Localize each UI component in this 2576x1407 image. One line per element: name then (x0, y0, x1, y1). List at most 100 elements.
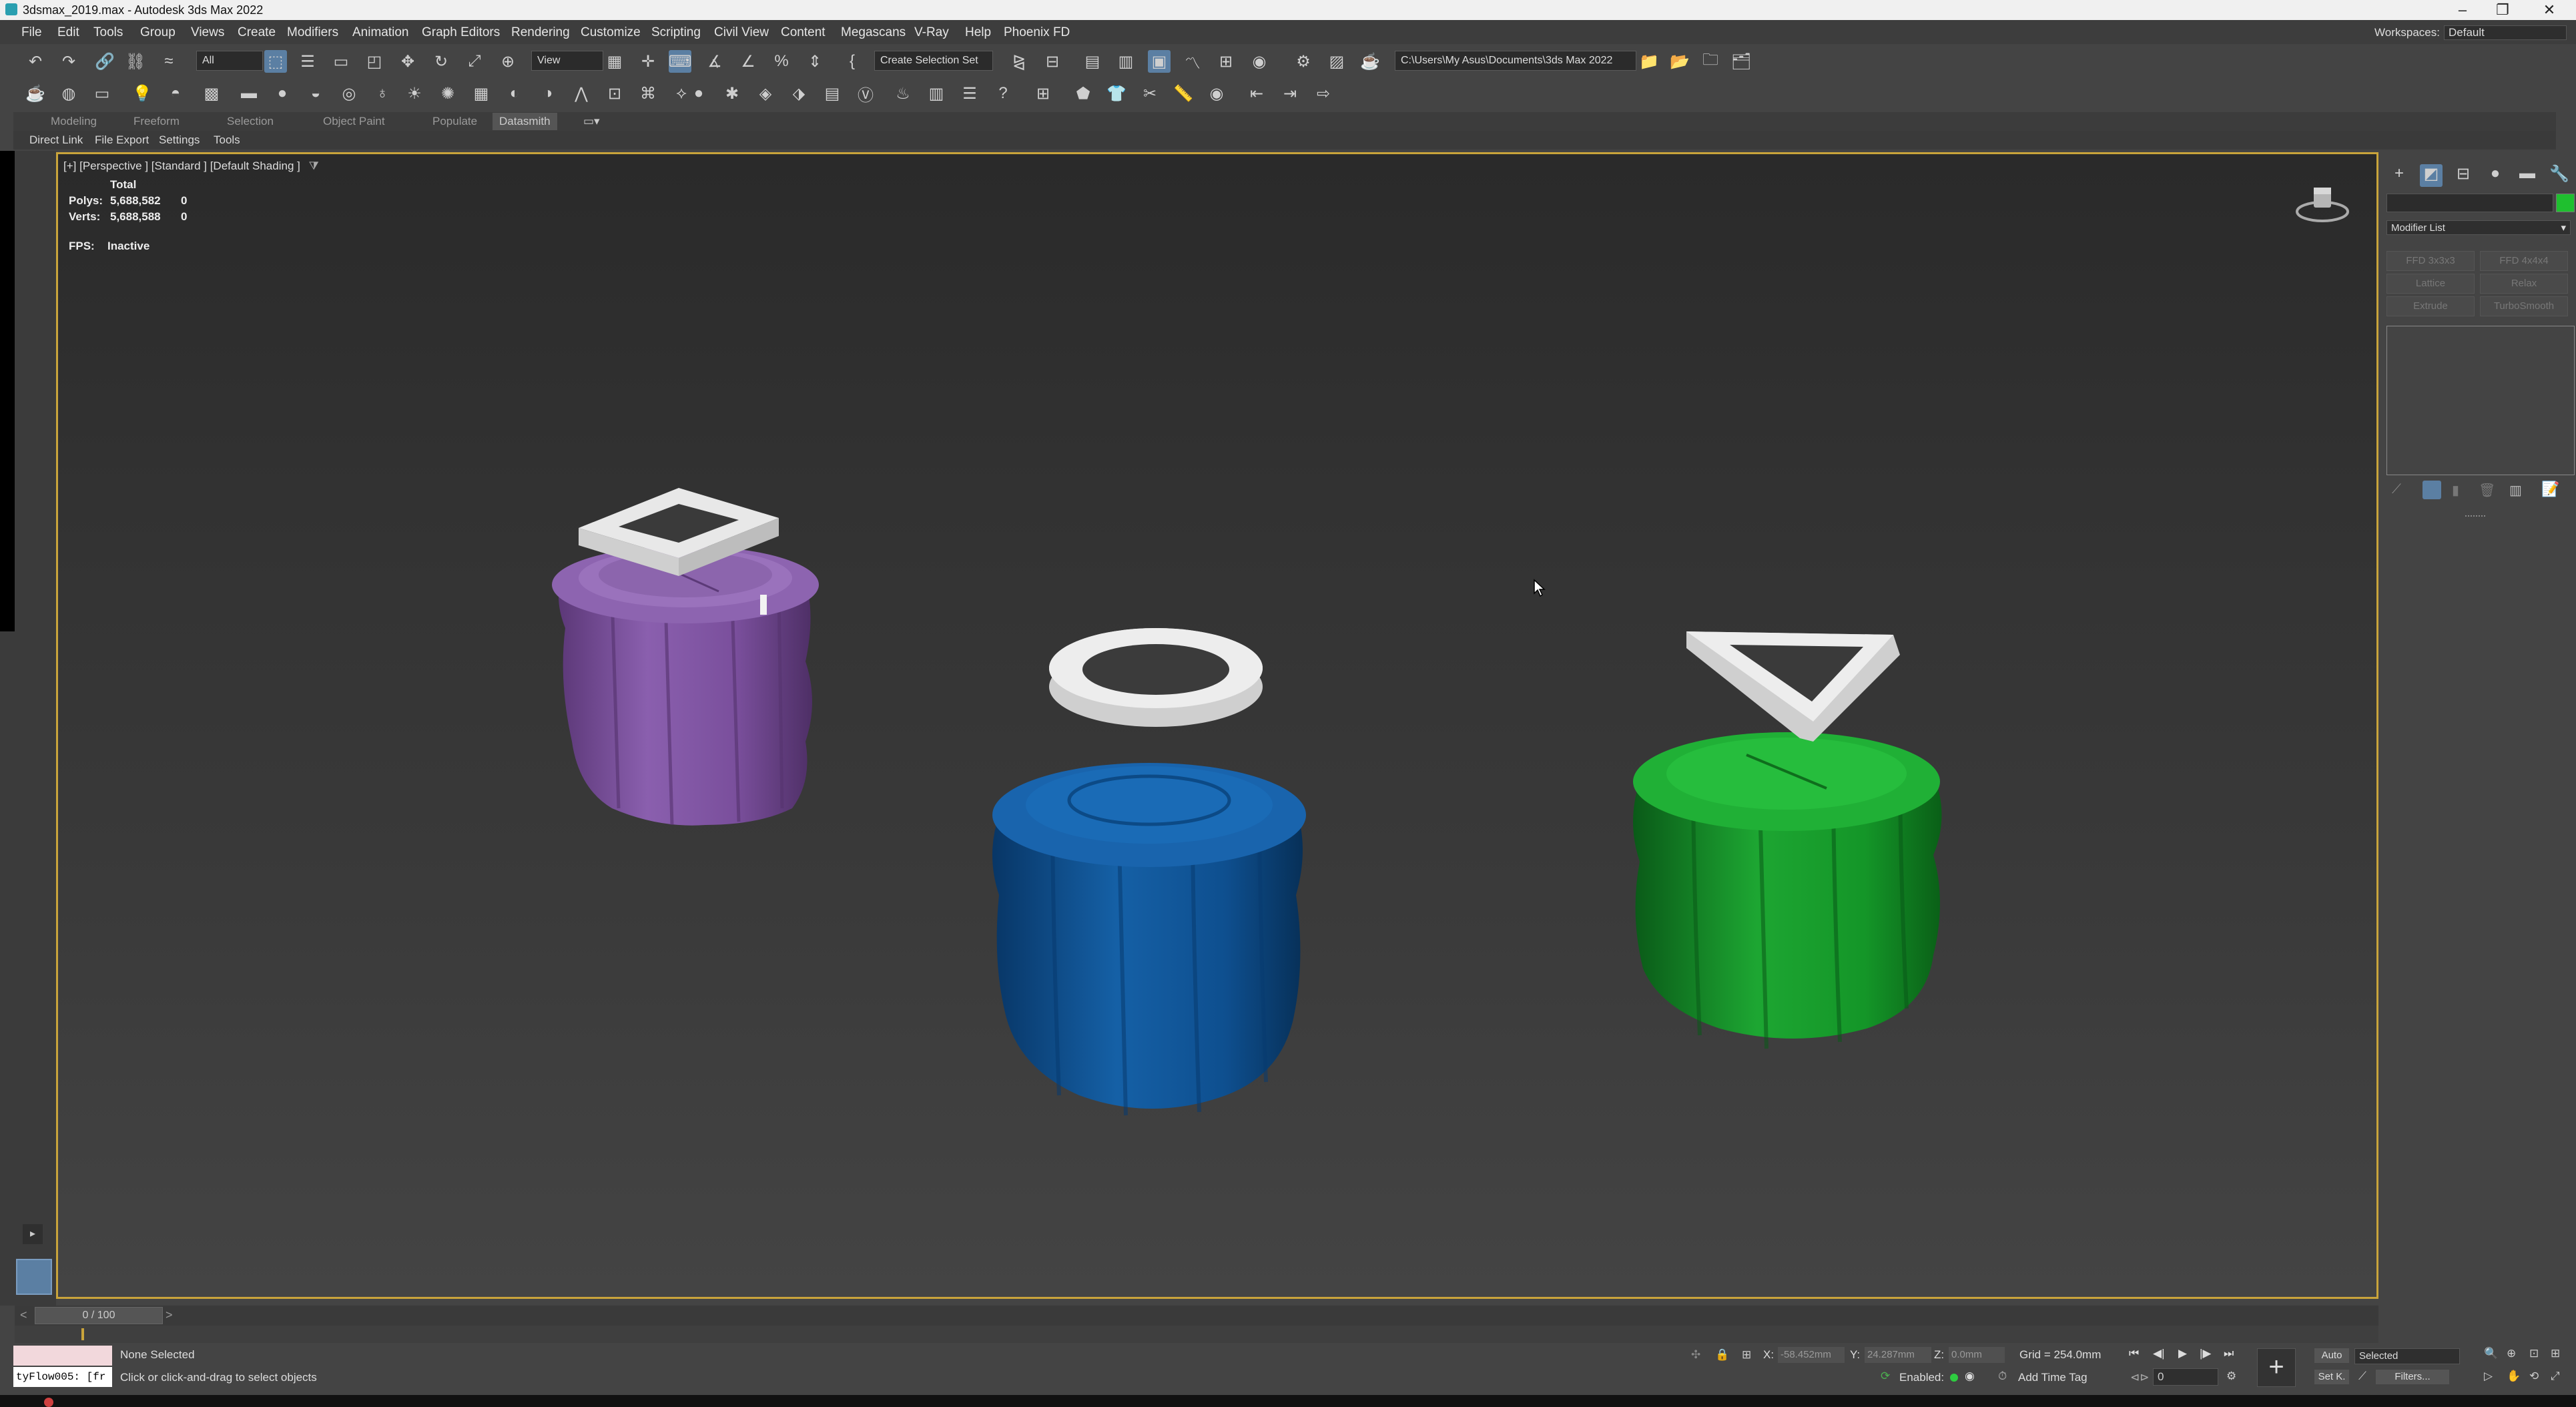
enabled-indicator-icon[interactable] (1950, 1374, 1958, 1382)
motion-panel-icon[interactable]: ● (2484, 164, 2507, 187)
vray-mtl-icon[interactable]: ● (687, 82, 710, 105)
select-scale-icon[interactable]: ⤢ (463, 50, 486, 73)
object-name-field[interactable] (2386, 194, 2553, 212)
next-frame-button-icon[interactable]: |▶ (2200, 1347, 2212, 1360)
field-of-view-icon[interactable]: ▷ (2484, 1370, 2493, 1383)
angle-snap-icon[interactable]: ∠ (737, 50, 759, 73)
pivot-center-icon[interactable]: ▦ (603, 50, 626, 73)
vray-logo-icon[interactable]: Ⓥ (854, 82, 877, 105)
cloth-icon[interactable]: ⬟ (1072, 82, 1094, 105)
dome-light-icon[interactable]: ◓ (164, 82, 187, 105)
modifier-stack-view[interactable] (2386, 326, 2575, 475)
subtab-direct-link[interactable]: Direct Link (29, 133, 83, 147)
current-frame-field[interactable]: 0 (2153, 1368, 2218, 1386)
render-production-icon[interactable]: ☕ (1359, 50, 1381, 73)
subtab-settings[interactable]: Settings (159, 133, 200, 147)
menu-scripting[interactable]: Scripting (651, 25, 701, 40)
select-place-icon[interactable]: ⊕ (497, 50, 519, 73)
realtime-toggle-icon[interactable]: ◉ (1965, 1370, 1975, 1383)
turbosmooth-button[interactable]: TurboSmooth (2480, 296, 2568, 316)
selection-filter-dropdown[interactable]: All (196, 51, 263, 71)
auto-key-button[interactable]: Auto (2314, 1348, 2349, 1363)
time-config-icon[interactable]: ⚙ (2226, 1370, 2236, 1383)
time-slider[interactable]: < 0 / 100 > (15, 1306, 2378, 1326)
camera-icon[interactable]: ▭ (91, 82, 113, 105)
ies-light-icon[interactable]: ◎ (338, 82, 360, 105)
phoenix-help-icon[interactable]: ? (992, 82, 1014, 105)
tab-datasmith[interactable]: Datasmith (493, 113, 557, 130)
display-panel-icon[interactable]: ▬ (2516, 164, 2539, 187)
maximize-button[interactable]: ❐ (2483, 0, 2523, 20)
set-key-button[interactable]: Set K. (2314, 1370, 2349, 1384)
menu-civil-view[interactable]: Civil View (714, 25, 769, 40)
menu-group[interactable]: Group (140, 25, 176, 40)
ambient-light-icon[interactable]: ☀ (403, 82, 426, 105)
open-folder-icon[interactable]: 📂 (1668, 50, 1691, 73)
menu-views[interactable]: Views (191, 25, 224, 40)
create-panel-icon[interactable]: + (2388, 164, 2410, 187)
project-folder-icon[interactable]: 📁 (1638, 50, 1660, 73)
select-object-icon[interactable]: ⬚ (264, 50, 287, 73)
isolate-selection-icon[interactable]: ✣ (1691, 1348, 1700, 1362)
datasmith-export-icon[interactable]: ⇨ (1312, 82, 1335, 105)
particle-icon[interactable]: ◉ (1205, 82, 1228, 105)
save-folder-icon[interactable]: 🗀 (1699, 50, 1722, 73)
link-icon[interactable]: 🔗 (93, 50, 116, 73)
menu-rendering[interactable]: Rendering (511, 25, 570, 40)
show-end-result-icon[interactable] (2423, 481, 2441, 499)
layer-explorer-icon[interactable]: ▥ (1114, 50, 1137, 73)
subtab-file-export[interactable]: File Export (95, 133, 149, 147)
menu-tools[interactable]: Tools (93, 25, 123, 40)
selection-region-icon[interactable]: ▭ (330, 50, 352, 73)
light-icon[interactable]: 💡 (131, 82, 153, 105)
close-button[interactable]: ✕ (2529, 0, 2569, 20)
y-coordinate-field[interactable]: 24.287mm (1865, 1347, 1931, 1363)
workspace-switcher[interactable]: Workspaces: Default (2374, 25, 2567, 40)
menu-modifiers[interactable]: Modifiers (287, 25, 338, 40)
ffd4-button[interactable]: FFD 4x4x4 (2480, 251, 2568, 271)
pan-view-icon[interactable]: ✋ (2507, 1370, 2521, 1383)
selection-lock-icon[interactable]: 🔒 (1715, 1348, 1729, 1362)
mirror-icon[interactable]: ⧎ (1008, 50, 1030, 73)
tab-selection[interactable]: Selection (227, 115, 274, 128)
bind-spacewarp-icon[interactable]: ≈ (157, 50, 180, 73)
vray-scene-icon[interactable]: ◈ (754, 82, 777, 105)
minimize-button[interactable]: – (2443, 0, 2483, 20)
align-icon[interactable]: ⊟ (1041, 50, 1064, 73)
project-settings-icon[interactable]: 🗂 (1730, 50, 1752, 73)
adaptive-degradation-icon[interactable]: ⟳ (1881, 1370, 1890, 1383)
menu-megascans[interactable]: Megascans (841, 25, 906, 40)
workspace-select[interactable]: Default (2444, 25, 2567, 40)
extrude-button[interactable]: Extrude (2386, 296, 2475, 316)
viewcube-icon[interactable] (2292, 181, 2352, 228)
menu-file[interactable]: File (21, 25, 42, 40)
vray-decal-icon[interactable]: ⊡ (603, 82, 626, 105)
goto-start-icon[interactable]: ⏮ (2129, 1347, 2139, 1360)
vray-lister-icon[interactable]: ⬗ (787, 82, 810, 105)
zoom-extents-icon[interactable]: ⊡ (2529, 1347, 2539, 1360)
modify-panel-icon[interactable]: ◩ (2420, 164, 2443, 187)
phoenix-source-icon[interactable]: ⊞ (1032, 82, 1054, 105)
pin-stack-icon[interactable]: ⟋ (2392, 482, 2401, 497)
zoom-extents-all-icon[interactable]: ⊞ (2551, 1347, 2560, 1360)
select-move-icon[interactable]: ✥ (396, 50, 419, 73)
subtab-tools[interactable]: Tools (214, 133, 240, 147)
scene-explorer-icon[interactable]: ▤ (1081, 50, 1104, 73)
select-manipulate-icon[interactable]: ✛ (637, 50, 659, 73)
menu-vray[interactable]: V-Ray (914, 25, 949, 40)
rendered-frame-window-icon[interactable]: ▨ (1325, 50, 1348, 73)
key-mode-icon[interactable]: ⊲⊳ (2130, 1371, 2150, 1384)
object-color-swatch[interactable] (2556, 194, 2575, 212)
add-time-tag-button[interactable]: Add Time Tag (2018, 1371, 2087, 1384)
prev-frame-icon[interactable]: < (20, 1308, 27, 1322)
menu-help[interactable]: Help (965, 25, 991, 40)
remove-modifier-icon[interactable]: 🗑 (2479, 482, 2495, 499)
ribbon-options-icon[interactable]: ▭▾ (583, 115, 600, 128)
tab-modeling[interactable]: Modeling (51, 115, 97, 128)
phoenix-fire-icon[interactable]: ♨ (892, 82, 914, 105)
select-rotate-icon[interactable]: ↻ (430, 50, 452, 73)
set-key-icon[interactable]: + (2257, 1348, 2296, 1387)
select-by-name-icon[interactable]: ☰ (296, 50, 319, 73)
unlink-icon[interactable]: ⛓ (124, 50, 147, 73)
next-frame-icon[interactable]: > (166, 1308, 173, 1322)
